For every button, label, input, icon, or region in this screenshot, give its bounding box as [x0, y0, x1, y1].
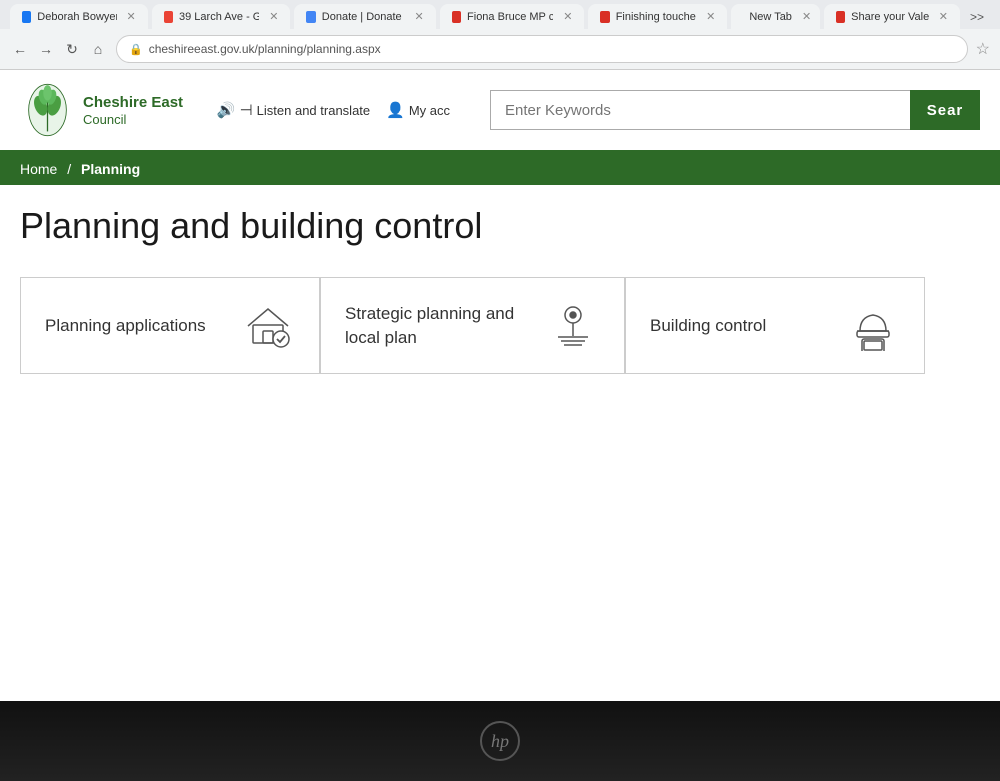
tab-maps[interactable]: 39 Larch Ave - Goo... ✕	[152, 4, 291, 29]
tab-donate[interactable]: Donate | Donate onl... ✕	[294, 4, 435, 29]
header-tools: 🔊 ⊣ Listen and translate 👤 My acc	[217, 101, 450, 119]
page-title: Planning and building control	[20, 205, 980, 247]
account-label: My acc	[409, 103, 450, 118]
tab-label-finishing: Finishing touches b...	[616, 11, 696, 23]
tab-label-valentine: Share your Valentin...	[851, 11, 929, 23]
breadcrumb-separator: /	[67, 161, 71, 177]
tab-deborah[interactable]: Deborah Bowyer |T... ✕	[10, 4, 148, 29]
tab-newtab[interactable]: New Tab ✕	[731, 4, 820, 29]
tab-close-finishing[interactable]: ✕	[706, 10, 715, 23]
back-button[interactable]: ←	[10, 39, 30, 59]
header-right: 🔊 ⊣ Listen and translate 👤 My acc Sear	[183, 90, 980, 130]
building-control-label: Building control	[650, 314, 766, 338]
page-content: Planning and building control Planning a…	[0, 185, 1000, 394]
breadcrumb-home[interactable]: Home	[20, 161, 57, 177]
tab-label-newtab: New Tab	[749, 11, 792, 23]
planning-applications-card[interactable]: Planning applications	[20, 277, 320, 374]
tab-valentine[interactable]: Share your Valentin... ✕	[824, 4, 960, 29]
website: Cheshire East Council 🔊 ⊣ Listen and tra…	[0, 70, 1000, 701]
listen-label: Listen and translate	[257, 103, 370, 118]
tab-favicon-donate	[306, 11, 315, 23]
hard-hat-icon	[845, 298, 900, 353]
tab-label-fiona: Fiona Bruce MP cuts...	[467, 11, 553, 23]
hp-text: hp	[491, 731, 509, 752]
search-button[interactable]: Sear	[910, 90, 980, 130]
building-control-card[interactable]: Building control	[625, 277, 925, 374]
strategic-planning-label: Strategic planning and local plan	[345, 302, 545, 350]
breadcrumb-current: Planning	[81, 161, 140, 177]
tab-favicon-maps	[164, 11, 173, 23]
tab-close-valentine[interactable]: ✕	[939, 10, 948, 23]
tab-favicon-valentine	[836, 11, 845, 23]
tab-label-deborah: Deborah Bowyer |T...	[37, 11, 116, 23]
tab-close-newtab[interactable]: ✕	[802, 10, 811, 23]
address-bar[interactable]: 🔒 cheshireeast.gov.uk/planning/planning.…	[116, 35, 968, 63]
logo-line1: Cheshire East	[83, 93, 183, 113]
house-check-icon	[240, 298, 295, 353]
browser-chrome: Deborah Bowyer |T... ✕ 39 Larch Ave - Go…	[0, 0, 1000, 70]
tab-finishing[interactable]: Finishing touches b... ✕	[588, 4, 727, 29]
tab-favicon-finishing	[600, 11, 609, 23]
service-cards-row: Planning applications Stra	[20, 277, 980, 374]
logo-text-area: Cheshire East Council	[83, 93, 183, 128]
location-pyramid-icon	[545, 298, 600, 353]
tab-fiona[interactable]: Fiona Bruce MP cuts... ✕	[440, 4, 585, 29]
volume-icon: 🔊	[217, 101, 236, 119]
laptop-bezel: hp	[0, 701, 1000, 781]
logo-line2: Council	[83, 112, 183, 127]
tab-close-donate[interactable]: ✕	[415, 10, 424, 23]
search-area: Sear	[490, 90, 980, 130]
search-input[interactable]	[490, 90, 910, 130]
tabs-bar: Deborah Bowyer |T... ✕ 39 Larch Ave - Go…	[0, 0, 1000, 29]
hp-logo: hp	[480, 721, 520, 761]
home-button[interactable]: ⌂	[88, 39, 108, 59]
strategic-planning-card[interactable]: Strategic planning and local plan	[320, 277, 625, 374]
tab-favicon-deborah	[22, 11, 31, 23]
account-btn[interactable]: 👤 My acc	[386, 101, 450, 119]
logo-image	[20, 80, 75, 140]
tab-close-maps[interactable]: ✕	[269, 10, 278, 23]
listen-translate-btn[interactable]: 🔊 ⊣ Listen and translate	[217, 101, 370, 119]
refresh-button[interactable]: ↻	[62, 39, 82, 59]
bookmark-star[interactable]: ☆	[976, 39, 990, 59]
tab-label-donate: Donate | Donate onl...	[322, 11, 405, 23]
browser-toolbar: ← → ↻ ⌂ 🔒 cheshireeast.gov.uk/planning/p…	[0, 29, 1000, 69]
translate-icon: ⊣	[240, 101, 253, 119]
nav-icons: ← → ↻ ⌂	[10, 39, 108, 59]
logo-area: Cheshire East Council	[20, 80, 183, 140]
account-icon: 👤	[386, 101, 405, 119]
address-text: cheshireeast.gov.uk/planning/planning.as…	[149, 42, 381, 56]
more-tabs-btn[interactable]: >>	[964, 10, 990, 24]
forward-button[interactable]: →	[36, 39, 56, 59]
breadcrumb: Home / Planning	[20, 161, 980, 177]
planning-applications-label: Planning applications	[45, 314, 206, 338]
security-icon: 🔒	[129, 43, 143, 56]
tab-close-fiona[interactable]: ✕	[563, 10, 572, 23]
site-header: Cheshire East Council 🔊 ⊣ Listen and tra…	[0, 70, 1000, 153]
tab-favicon-fiona	[452, 11, 461, 23]
tab-close-deborah[interactable]: ✕	[127, 10, 136, 23]
breadcrumb-bar: Home / Planning	[0, 153, 1000, 185]
tab-label-maps: 39 Larch Ave - Goo...	[179, 11, 259, 23]
